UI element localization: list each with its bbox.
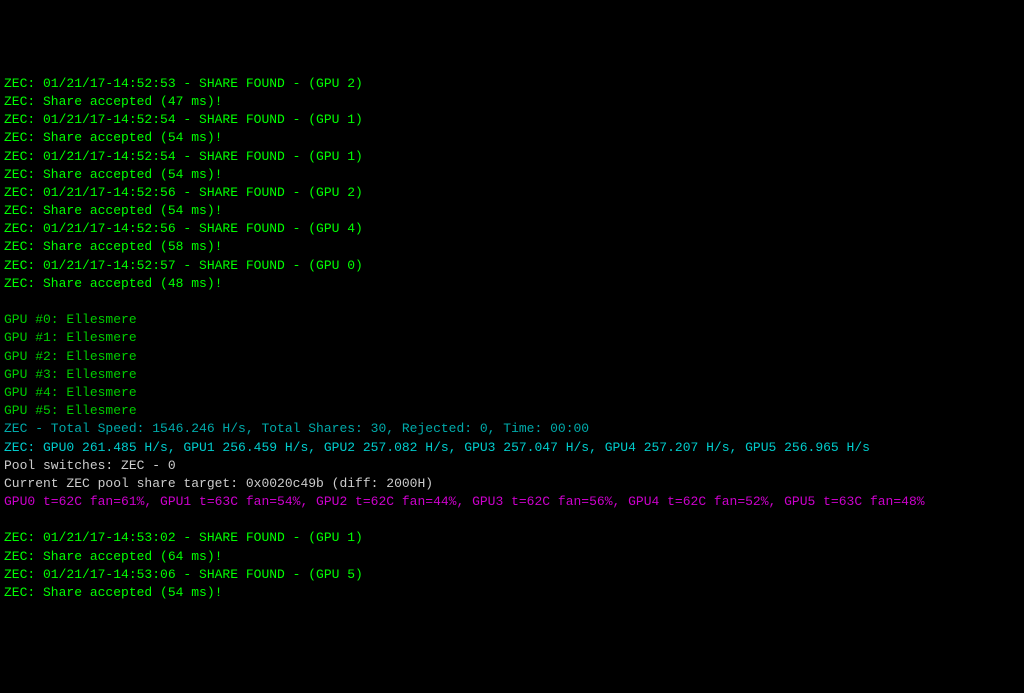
log-line: ZEC: 01/21/17-14:52:54 - SHARE FOUND - (… (4, 148, 1020, 166)
log-line: ZEC: Share accepted (54 ms)! (4, 202, 1020, 220)
log-line: GPU #3: Ellesmere (4, 366, 1020, 384)
log-line (4, 511, 1020, 529)
log-line: ZEC: Share accepted (47 ms)! (4, 93, 1020, 111)
log-line: ZEC: GPU0 261.485 H/s, GPU1 256.459 H/s,… (4, 439, 1020, 457)
log-line: ZEC: 01/21/17-14:52:57 - SHARE FOUND - (… (4, 257, 1020, 275)
log-line: GPU #1: Ellesmere (4, 329, 1020, 347)
log-line: GPU #4: Ellesmere (4, 384, 1020, 402)
log-line: ZEC: 01/21/17-14:52:56 - SHARE FOUND - (… (4, 184, 1020, 202)
log-line: ZEC: Share accepted (58 ms)! (4, 238, 1020, 256)
log-line: ZEC: Share accepted (64 ms)! (4, 548, 1020, 566)
log-line: ZEC: 01/21/17-14:52:56 - SHARE FOUND - (… (4, 220, 1020, 238)
log-line: ZEC: 01/21/17-14:52:53 - SHARE FOUND - (… (4, 75, 1020, 93)
log-line: ZEC: Share accepted (48 ms)! (4, 275, 1020, 293)
log-line: GPU0 t=62C fan=61%, GPU1 t=63C fan=54%, … (4, 493, 1020, 511)
terminal-output: ZEC: 01/21/17-14:52:53 - SHARE FOUND - (… (4, 75, 1020, 602)
log-line: ZEC: Share accepted (54 ms)! (4, 166, 1020, 184)
log-line: ZEC: 01/21/17-14:53:06 - SHARE FOUND - (… (4, 566, 1020, 584)
log-line: GPU #5: Ellesmere (4, 402, 1020, 420)
log-line: ZEC: Share accepted (54 ms)! (4, 584, 1020, 602)
log-line: Pool switches: ZEC - 0 (4, 457, 1020, 475)
log-line: Current ZEC pool share target: 0x0020c49… (4, 475, 1020, 493)
log-line: ZEC: Share accepted (54 ms)! (4, 129, 1020, 147)
log-line (4, 293, 1020, 311)
log-line: ZEC: 01/21/17-14:53:02 - SHARE FOUND - (… (4, 529, 1020, 547)
log-line: ZEC - Total Speed: 1546.246 H/s, Total S… (4, 420, 1020, 438)
log-line: ZEC: 01/21/17-14:52:54 - SHARE FOUND - (… (4, 111, 1020, 129)
log-line: GPU #0: Ellesmere (4, 311, 1020, 329)
log-line: GPU #2: Ellesmere (4, 348, 1020, 366)
